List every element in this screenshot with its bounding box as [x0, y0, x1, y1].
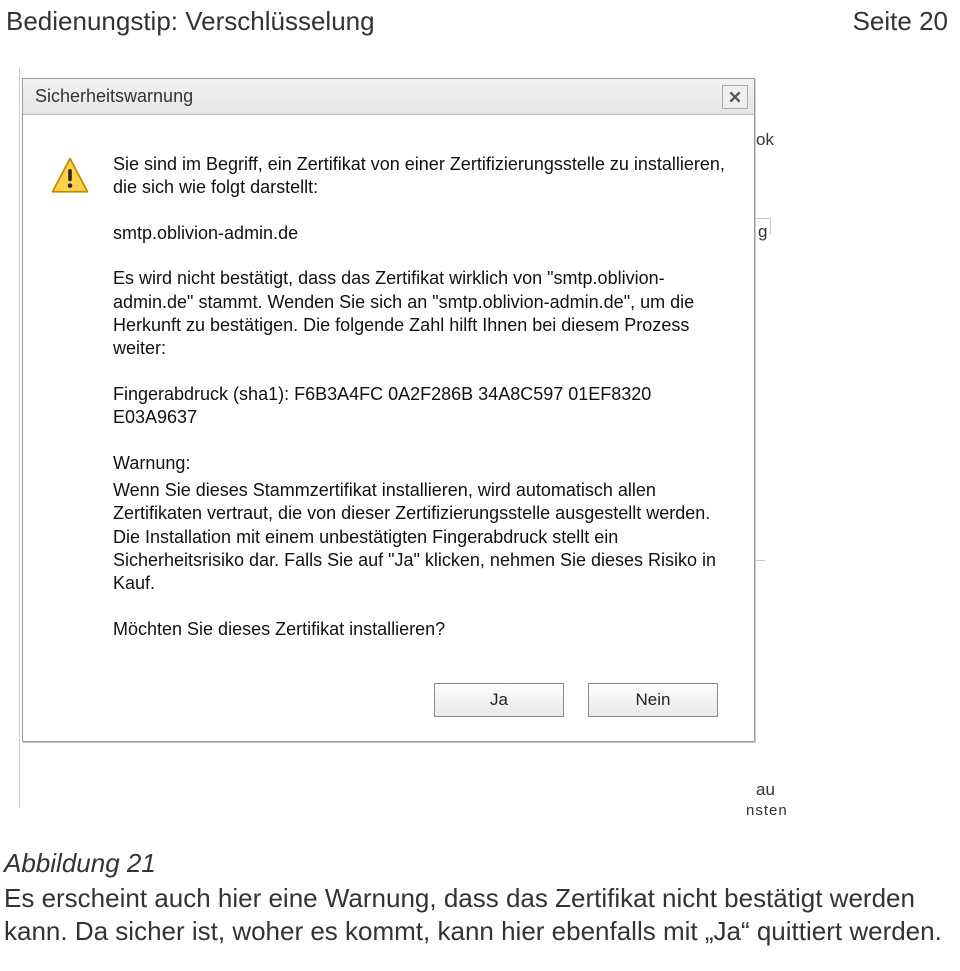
- dialog-verify-text: Es wird nicht bestätigt, dass das Zertif…: [113, 267, 734, 361]
- background-text-fragment: g: [758, 222, 767, 242]
- certificate-host: smtp.oblivion-admin.de: [113, 222, 734, 245]
- dialog-icon-column: [43, 153, 113, 663]
- dialog-button-row: Ja Nein: [23, 683, 754, 741]
- warning-label: Warnung:: [113, 452, 734, 475]
- background-text-fragment: nsten: [746, 802, 788, 819]
- figure-label: Abbildung 21: [4, 848, 156, 879]
- background-window-fragment: [6, 68, 20, 808]
- confirm-question: Möchten Sie dieses Zertifikat installier…: [113, 618, 734, 641]
- no-button[interactable]: Nein: [588, 683, 718, 717]
- dialog-title: Sicherheitswarnung: [35, 86, 193, 107]
- warning-icon: [49, 155, 91, 197]
- close-button[interactable]: [722, 85, 748, 109]
- security-warning-dialog: Sicherheitswarnung Sie sind im Begriff, …: [22, 78, 755, 742]
- warning-body: Wenn Sie dieses Stammzertifikat installi…: [113, 479, 734, 596]
- dialog-titlebar[interactable]: Sicherheitswarnung: [23, 79, 754, 115]
- figure-caption: Es erscheint auch hier eine Warnung, das…: [4, 882, 944, 947]
- certificate-fingerprint: Fingerabdruck (sha1): F6B3A4FC 0A2F286B …: [113, 383, 734, 430]
- header-page: Seite 20: [853, 6, 948, 37]
- background-text-fragment: ok: [756, 130, 774, 150]
- dialog-body: Sie sind im Begriff, ein Zertifikat von …: [23, 115, 754, 683]
- background-text-fragment: au: [756, 780, 775, 800]
- page-header: Bedienungstip: Verschlüsselung Seite 20: [0, 0, 960, 43]
- header-title: Bedienungstip: Verschlüsselung: [6, 6, 375, 37]
- close-icon: [728, 90, 742, 104]
- dialog-intro-text: Sie sind im Begriff, ein Zertifikat von …: [113, 153, 734, 200]
- yes-button[interactable]: Ja: [434, 683, 564, 717]
